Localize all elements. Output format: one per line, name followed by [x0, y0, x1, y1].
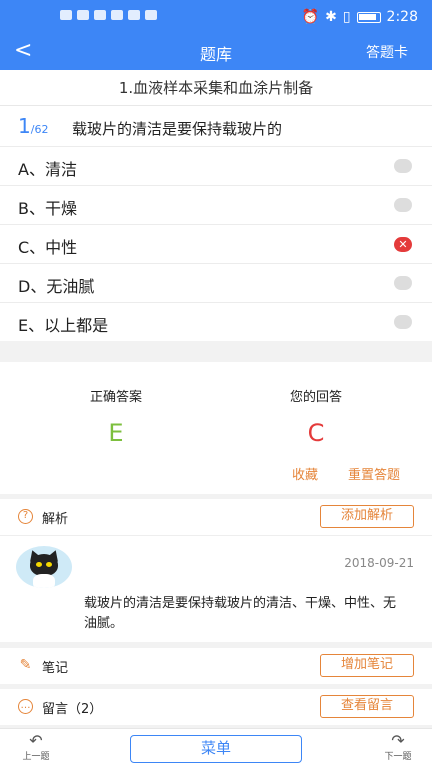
analysis-row: ? 解析 添加解析	[0, 499, 432, 535]
question-total: /62	[30, 123, 49, 136]
your-answer-title: 您的回答	[289, 390, 342, 405]
favorite-button[interactable]: 收藏	[292, 464, 318, 483]
next-label: 下一题	[384, 752, 412, 762]
question-number: 1	[18, 114, 31, 138]
notes-label: 笔记	[42, 661, 69, 676]
cat-body	[33, 574, 55, 588]
messages-label: 留言（2）	[42, 702, 103, 717]
question-text: 载玻片的清洁是要保持载玻片的	[72, 120, 283, 138]
option-label: C、中性	[18, 238, 78, 257]
cat-eye	[36, 562, 42, 567]
option-d[interactable]: D、无油腻	[0, 263, 432, 302]
subject-title: 1.血液样本采集和血涂片制备	[0, 70, 432, 106]
undo-arrow-icon: ↶	[29, 731, 43, 750]
radio-icon	[394, 276, 412, 290]
answer-result-panel: 正确答案 E 您的回答 C 收藏 重置答题	[0, 362, 432, 494]
option-a[interactable]: A、清洁	[0, 146, 432, 185]
option-label: A、清洁	[18, 160, 77, 179]
battery-icon	[356, 11, 381, 23]
reset-answer-button[interactable]: 重置答题	[348, 464, 400, 483]
your-answer-block: 您的回答 C	[246, 386, 386, 447]
option-label: B、干燥	[18, 199, 77, 218]
redo-arrow-icon: ↷	[391, 731, 405, 750]
view-messages-button[interactable]: 查看留言	[320, 695, 414, 718]
wrong-mark-icon: ✕	[394, 237, 412, 252]
alarm-icon: ⏰	[301, 9, 320, 25]
bottom-bar: ↶ 上一题 菜单 ↷ 下一题	[0, 728, 432, 768]
option-c[interactable]: C、中性 ✕	[0, 224, 432, 263]
correct-answer-title: 正确答案	[89, 390, 142, 405]
pencil-icon: ✎	[19, 657, 32, 673]
notes-row: ✎ 笔记 增加笔记	[0, 648, 432, 684]
add-analysis-button[interactable]: 添加解析	[320, 505, 414, 528]
option-label: D、无油腻	[18, 277, 95, 296]
option-label: E、以上都是	[18, 316, 109, 335]
analysis-comment: 2018-09-21 载玻片的清洁是要保持载玻片的清洁、干燥、中性、无油腻。	[0, 535, 432, 642]
comment-text: 载玻片的清洁是要保持载玻片的清洁、干燥、中性、无油腻。	[84, 596, 397, 631]
option-b[interactable]: B、干燥	[0, 185, 432, 224]
correct-answer-block: 正确答案 E	[46, 386, 186, 447]
radio-icon	[394, 315, 412, 329]
chat-bubble-icon: …	[18, 699, 33, 714]
app-notification-icon	[111, 10, 123, 20]
status-icons-left	[60, 10, 157, 20]
radio-icon	[394, 159, 412, 173]
comment-date: 2018-09-21	[344, 556, 414, 570]
your-answer-value: C	[307, 419, 325, 447]
vibrate-icon: ▯	[342, 9, 351, 25]
cat-eye	[46, 562, 52, 567]
wechat-icon	[128, 10, 140, 20]
cat-head	[30, 554, 58, 576]
avatar	[16, 546, 72, 588]
signal-icon	[77, 10, 89, 20]
add-note-button[interactable]: 增加笔记	[320, 654, 414, 677]
answer-card-button[interactable]: 答题卡	[366, 42, 408, 62]
status-time: 2:28	[386, 9, 418, 25]
question-header: 1/62 载玻片的清洁是要保持载玻片的	[0, 106, 432, 146]
menu-button[interactable]: 菜单	[130, 735, 302, 763]
option-e[interactable]: E、以上都是	[0, 302, 432, 341]
bluetooth-icon: ✱	[325, 9, 337, 25]
signal-icon	[60, 10, 72, 20]
prev-question-button[interactable]: ↶ 上一题	[16, 731, 56, 763]
next-question-button[interactable]: ↷ 下一题	[378, 731, 418, 763]
prev-label: 上一题	[22, 752, 50, 762]
analysis-label: 解析	[42, 512, 69, 527]
question-index: 1/62	[18, 114, 48, 138]
cloud-icon	[145, 10, 157, 20]
messages-row: … 留言（2） 查看留言	[0, 689, 432, 725]
correct-answer-value: E	[108, 419, 124, 447]
status-bar: ⏰ ✱ ▯ 2:28	[0, 0, 432, 34]
question-mark-icon: ?	[18, 509, 33, 524]
radio-icon	[394, 198, 412, 212]
question-panel: 1.血液样本采集和血涂片制备 1/62 载玻片的清洁是要保持载玻片的 A、清洁 …	[0, 70, 432, 341]
nav-bar: < 题库 答题卡	[0, 34, 432, 70]
wifi-icon	[94, 10, 106, 20]
status-icons-right: ⏰ ✱ ▯ 2:28	[302, 9, 418, 25]
